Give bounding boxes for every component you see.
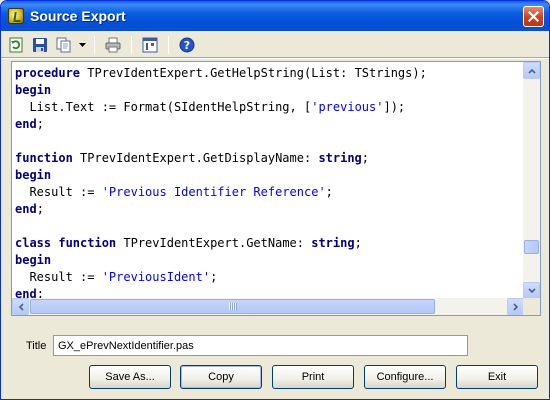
code-line: procedure TPrevIdentExpert.GetHelpString… xyxy=(15,65,524,82)
horizontal-scroll-thumb[interactable] xyxy=(30,299,435,314)
chevron-down-icon xyxy=(78,42,86,47)
code-keyword: end xyxy=(15,202,37,216)
copy-icon xyxy=(56,37,71,52)
close-button[interactable] xyxy=(523,6,544,27)
source-editor[interactable]: procedure TPrevIdentExpert.GetHelpString… xyxy=(11,61,541,316)
configure-text-button[interactable]: Configure... xyxy=(364,365,446,389)
code-text: TPrevIdentExpert.GetName: xyxy=(116,236,312,250)
code-keyword: function xyxy=(15,151,73,165)
code-line: List.Text := Format(SIdentHelpString, ['… xyxy=(15,99,524,116)
code-text: ]); xyxy=(383,100,406,114)
code-text: List.Text := Format(SIdentHelpString, [ xyxy=(15,100,312,114)
toolbar-divider xyxy=(1,57,549,59)
chevron-up-icon xyxy=(527,68,536,74)
code-string: 'PreviousIdent' xyxy=(101,270,211,284)
copy-text-button[interactable]: Copy xyxy=(180,365,262,389)
code-line: end; xyxy=(15,116,524,133)
toolbar-separator xyxy=(131,35,132,54)
toolbar-separator xyxy=(168,35,169,54)
code-view[interactable]: procedure TPrevIdentExpert.GetHelpString… xyxy=(12,62,524,299)
code-keyword: class function xyxy=(15,236,117,250)
copy-button[interactable] xyxy=(53,34,75,56)
code-text: ; xyxy=(325,185,333,199)
code-text: Result := xyxy=(15,185,102,199)
code-keyword: begin xyxy=(15,168,52,182)
code-line: Result := 'Previous Identifier Reference… xyxy=(15,184,524,201)
code-line: begin xyxy=(15,82,524,99)
window-title: Source Export xyxy=(30,8,126,24)
code-text: ; xyxy=(36,117,44,131)
print-button[interactable] xyxy=(102,34,124,56)
code-keyword: begin xyxy=(15,83,52,97)
help-button[interactable]: ? xyxy=(176,34,198,56)
code-line: begin xyxy=(15,252,524,269)
configure-button[interactable] xyxy=(139,34,161,56)
vertical-scrollbar[interactable] xyxy=(523,62,540,299)
vertical-scroll-thumb[interactable] xyxy=(524,240,539,254)
svg-text:?: ? xyxy=(184,39,190,52)
scroll-up-button[interactable] xyxy=(523,62,540,79)
scrollbar-corner xyxy=(523,298,540,315)
save-as-button[interactable]: Save As... xyxy=(89,365,171,389)
code-text: ; xyxy=(210,270,218,284)
code-text: ; xyxy=(354,236,362,250)
close-icon xyxy=(528,11,539,22)
code-line: class function TPrevIdentExpert.GetName:… xyxy=(15,235,524,252)
title-bar[interactable]: Source Export xyxy=(1,1,549,31)
save-button[interactable] xyxy=(29,34,51,56)
code-text: Result := xyxy=(15,270,102,284)
copy-dropdown-button[interactable] xyxy=(77,34,87,56)
code-keyword: string xyxy=(318,151,362,165)
code-keyword: procedure xyxy=(15,66,81,80)
horizontal-scrollbar[interactable] xyxy=(12,298,524,315)
code-text: TPrevIdentExpert.GetHelpString(List: TSt… xyxy=(80,66,427,80)
exit-button[interactable]: Exit xyxy=(456,365,538,389)
scroll-right-button[interactable] xyxy=(507,298,524,315)
chevron-down-icon xyxy=(527,287,536,293)
help-icon: ? xyxy=(179,37,195,52)
title-label: Title xyxy=(26,340,47,352)
code-keyword: end xyxy=(15,117,37,131)
code-line: end; xyxy=(15,201,524,218)
title-input[interactable] xyxy=(53,335,468,356)
code-string: 'previous' xyxy=(311,100,384,114)
toolbar: ? xyxy=(5,32,198,57)
print-text-button[interactable]: Print xyxy=(272,365,354,389)
code-line: function TPrevIdentExpert.GetDisplayName… xyxy=(15,150,524,167)
code-text: ; xyxy=(361,151,370,165)
print-icon xyxy=(105,37,121,52)
code-line: Result := 'PreviousIdent'; xyxy=(15,269,524,286)
code-keyword: string xyxy=(311,236,355,250)
refresh-icon xyxy=(9,37,23,52)
save-icon xyxy=(33,37,47,52)
code-keyword: begin xyxy=(15,253,52,267)
scroll-down-button[interactable] xyxy=(523,282,540,299)
gexperts-icon xyxy=(8,8,24,24)
chevron-left-icon xyxy=(18,302,24,311)
scroll-grip xyxy=(228,303,237,310)
code-text: TPrevIdentExpert.GetDisplayName: xyxy=(72,151,319,165)
code-text: ; xyxy=(36,202,44,216)
scroll-left-button[interactable] xyxy=(12,298,29,315)
code-line: begin xyxy=(15,167,524,184)
refresh-button[interactable] xyxy=(5,34,27,56)
code-string: 'Previous Identifier Reference' xyxy=(101,185,326,199)
chevron-right-icon xyxy=(512,302,518,311)
configure-icon xyxy=(142,37,158,52)
source-export-window: Source Export ? procedure TPrevIdentExpe… xyxy=(0,0,550,400)
toolbar-separator xyxy=(94,35,95,54)
